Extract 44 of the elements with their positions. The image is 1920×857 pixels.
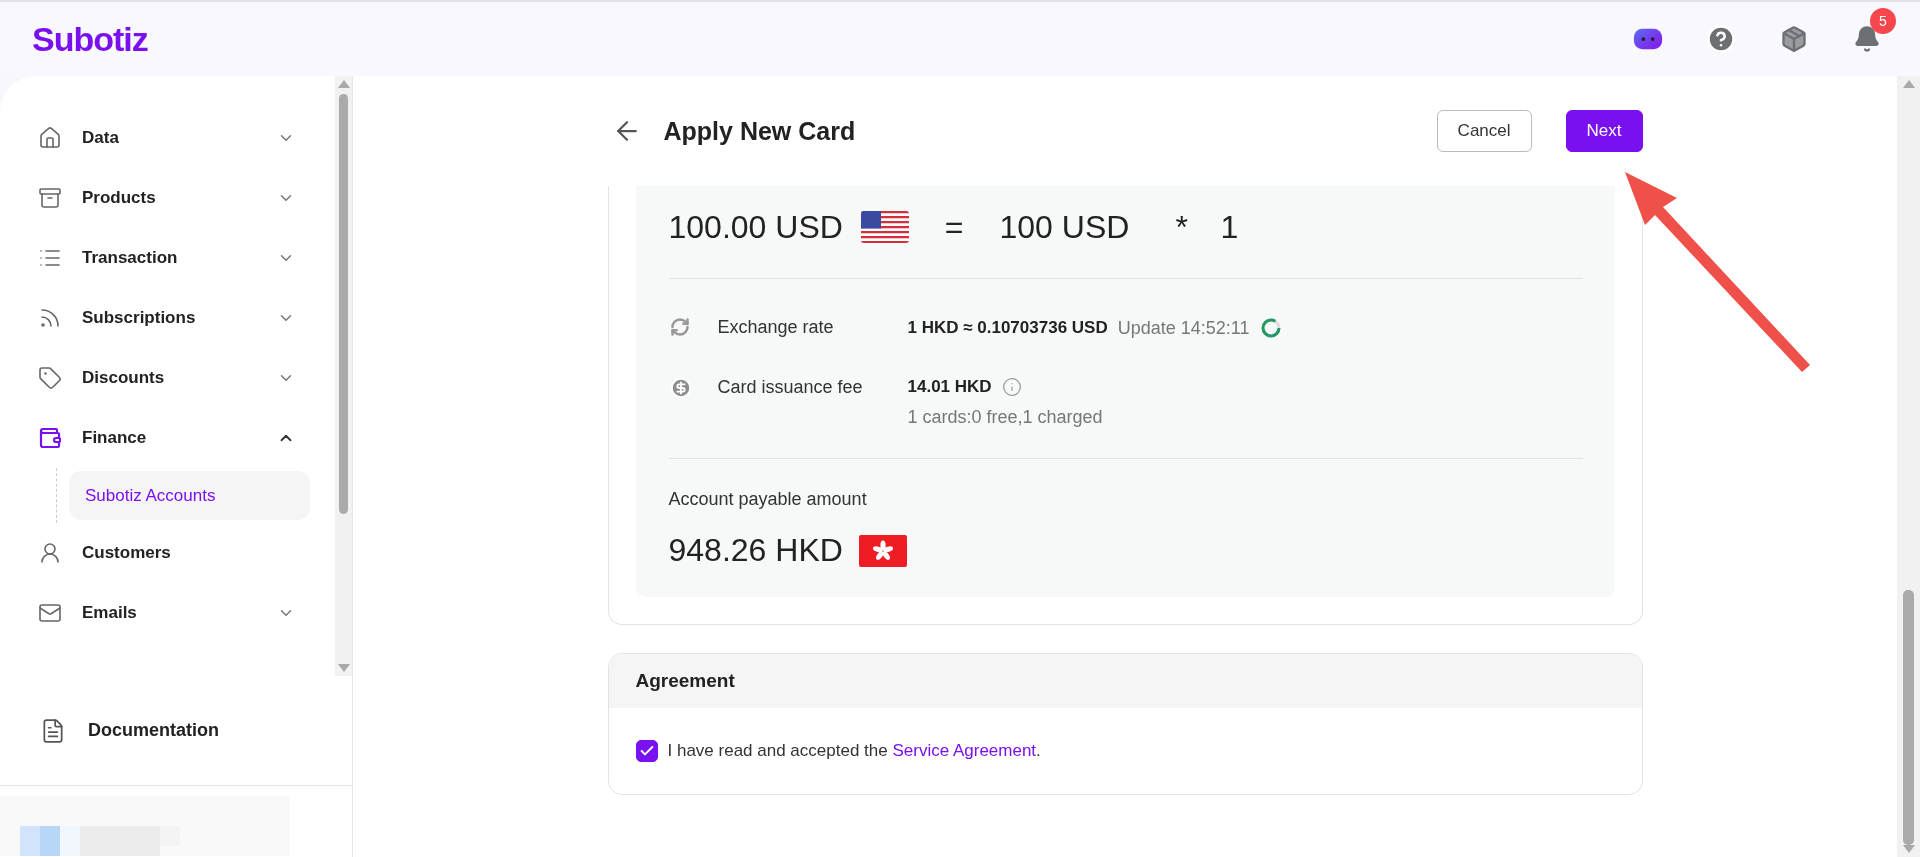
loading-ring-icon	[1259, 317, 1282, 339]
sidebar-item[interactable]: Products	[38, 168, 335, 228]
sidebar-item[interactable]: Data	[38, 108, 335, 168]
sidebar-item[interactable]: Customers	[38, 523, 335, 583]
detail-label: Card issuance fee	[717, 377, 864, 398]
scrollbar[interactable]	[335, 76, 352, 676]
logo[interactable]: Subotiz	[32, 19, 148, 59]
sidebar-item[interactable]: Emails	[38, 583, 335, 643]
service-agreement-link[interactable]: Service Agreement	[892, 741, 1037, 760]
payable-amount: 948.26 HKD	[668, 532, 843, 569]
next-button[interactable]: Next	[1565, 110, 1643, 152]
detail-value: 14.01 HKD	[907, 377, 992, 397]
times-sign: *	[1175, 208, 1189, 246]
sidebar-item[interactable]: Finance	[38, 408, 335, 468]
documentation-link[interactable]: Documentation	[0, 676, 352, 786]
fee-note: 1 cards:0 free,1 charged	[907, 407, 1103, 428]
notification-count: 5	[1870, 8, 1896, 34]
notifications-icon[interactable]	[1852, 24, 1882, 54]
unit-amount: 100 USD	[999, 208, 1131, 246]
scrollbar[interactable]	[1897, 76, 1920, 857]
agreement-checkbox[interactable]	[635, 740, 658, 762]
number-of-cards: 1	[1220, 208, 1239, 246]
dollar-coin-icon	[669, 377, 692, 399]
page-title: Apply New Card	[663, 116, 857, 146]
refresh-icon	[669, 317, 690, 337]
detail-value: 1 HKD ≈ 0.10703736 USD	[907, 318, 1108, 338]
sidebar-item[interactable]: Transaction	[38, 228, 335, 288]
us-flag-icon	[860, 211, 909, 243]
document-icon	[40, 717, 66, 744]
sidebar-item[interactable]: Subscriptions	[38, 288, 335, 348]
sidebar-subitem[interactable]: Subotiz Accounts	[69, 471, 310, 520]
detail-label: Exchange rate	[717, 317, 835, 338]
agreement-title: Agreement	[635, 670, 735, 692]
cancel-button[interactable]: Cancel	[1436, 110, 1532, 152]
agreement-text: I have read and accepted the Service Agreement.	[667, 741, 1041, 761]
hk-flag-icon	[858, 534, 907, 567]
sidebar-item[interactable]: Discounts	[38, 348, 335, 408]
payable-label: Account payable amount	[668, 489, 868, 510]
equals-sign: =	[944, 208, 964, 246]
info-icon[interactable]	[1001, 377, 1022, 397]
total-amount: 100.00 USD	[668, 208, 843, 246]
package-icon[interactable]	[1779, 24, 1809, 54]
update-time: Update 14:52:11	[1117, 317, 1250, 339]
help-icon[interactable]	[1706, 24, 1736, 54]
